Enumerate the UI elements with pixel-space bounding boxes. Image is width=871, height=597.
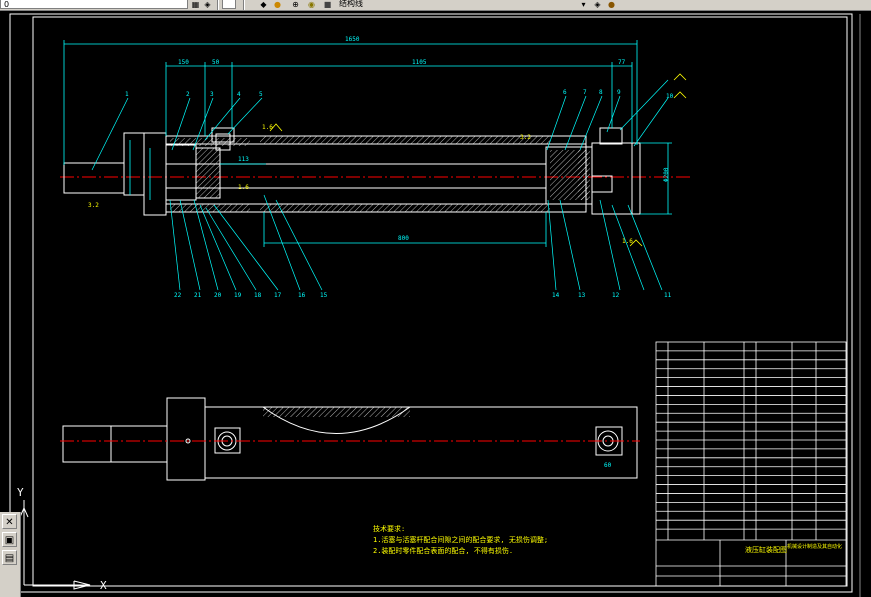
close-icon[interactable]: ✕ bbox=[2, 514, 17, 529]
balloon-4: 4 bbox=[237, 91, 241, 98]
inner-frame bbox=[32, 16, 848, 587]
roughness-5: 3.2 bbox=[88, 202, 99, 209]
balloon-17: 17 bbox=[274, 292, 282, 299]
balloon-2: 2 bbox=[186, 91, 190, 98]
ucs-x-label: X bbox=[100, 579, 107, 592]
balloon-21: 21 bbox=[194, 292, 202, 299]
front-section-view bbox=[60, 127, 690, 216]
school-name: 机械设计制造及其自动化 bbox=[787, 543, 842, 550]
dim-800: 800 bbox=[398, 235, 409, 242]
balloon-15: 15 bbox=[320, 292, 328, 299]
balloon-10: 10 bbox=[666, 93, 674, 100]
dim-113: 113 bbox=[238, 156, 249, 163]
dim-50: 50 bbox=[212, 59, 220, 66]
layer-previous-icon[interactable]: ◈ bbox=[202, 0, 213, 9]
balloon-12: 12 bbox=[612, 292, 620, 299]
roughness-1: 1.6 bbox=[262, 124, 273, 131]
drawing-name: 液压缸装配图 bbox=[745, 545, 787, 554]
layer-color-icon[interactable]: ■ bbox=[322, 0, 333, 9]
dim-200: Φ200 bbox=[663, 167, 670, 182]
balloon-14: 14 bbox=[552, 292, 560, 299]
balloon-22: 22 bbox=[174, 292, 182, 299]
roughness-3: 1.6 bbox=[238, 184, 249, 191]
model-space-icon[interactable]: ▣ bbox=[2, 532, 17, 547]
text-style-icon[interactable]: ◆ bbox=[258, 0, 269, 9]
balloon-18: 18 bbox=[254, 292, 262, 299]
balloon-1: 1 bbox=[125, 91, 129, 98]
dim-150: 150 bbox=[178, 59, 189, 66]
balloon-13: 13 bbox=[578, 292, 586, 299]
dim-77: 77 bbox=[618, 59, 626, 66]
balloon-5: 5 bbox=[259, 91, 263, 98]
balloon-20: 20 bbox=[214, 292, 222, 299]
balloon-8: 8 bbox=[599, 89, 603, 96]
toolbar-separator bbox=[217, 0, 219, 10]
ucs-y-label: Y bbox=[17, 486, 24, 499]
dim-style-icon[interactable]: ● bbox=[272, 0, 283, 9]
technical-requirements: 技术要求: 1.活塞与活塞杆配合间隙之间的配合要求, 无损伤调整; 2.装配时零… bbox=[373, 524, 548, 555]
chevron-down-icon[interactable]: ▾ bbox=[578, 0, 589, 9]
outer-frame bbox=[9, 13, 853, 593]
table-style-icon[interactable]: ⊕ bbox=[290, 0, 301, 9]
balloon-7: 7 bbox=[583, 89, 587, 96]
balloon-6: 6 bbox=[563, 89, 567, 96]
layout-icon[interactable]: ▤ bbox=[2, 550, 17, 565]
plot-style-icon[interactable]: ◈ bbox=[592, 0, 603, 9]
linetype-field[interactable] bbox=[222, 0, 236, 9]
left-tool-strip: ✕ ▣ ▤ bbox=[0, 512, 21, 597]
dim-overall-length: 1650 bbox=[345, 36, 360, 43]
dim-1105: 1105 bbox=[412, 59, 427, 66]
balloon-16: 16 bbox=[298, 292, 306, 299]
balloon-19: 19 bbox=[234, 292, 242, 299]
balloon-11: 11 bbox=[664, 292, 672, 299]
multileader-style-icon[interactable]: ◉ bbox=[306, 0, 317, 9]
ucs-icon bbox=[19, 500, 91, 590]
drawing-canvas[interactable]: 1650 150 50 1105 77 800 113 Φ200 1 2 3 4… bbox=[0, 10, 871, 597]
style-field[interactable]: 结构线 bbox=[336, 0, 576, 9]
balloon-9: 9 bbox=[617, 89, 621, 96]
layer-states-icon[interactable]: ▦ bbox=[190, 0, 201, 9]
toolbar-separator bbox=[243, 0, 245, 10]
title-block-text: 液压缸装配图 机械设计制造及其自动化 bbox=[745, 543, 842, 554]
tech-req-line2: 2.装配时零件配合表面的配合, 不得有损伤. bbox=[373, 546, 513, 555]
top-view-hatch bbox=[263, 407, 410, 417]
dim-60: 60 bbox=[604, 462, 612, 469]
tech-req-title: 技术要求: bbox=[373, 524, 405, 533]
render-icon[interactable]: ● bbox=[606, 0, 617, 9]
tech-req-line1: 1.活塞与活塞杆配合间隙之间的配合要求, 无损伤调整; bbox=[373, 535, 548, 544]
balloon-3: 3 bbox=[210, 91, 214, 98]
roughness-4: 3.2 bbox=[520, 134, 531, 141]
layer-dropdown[interactable]: 0 bbox=[0, 0, 188, 9]
